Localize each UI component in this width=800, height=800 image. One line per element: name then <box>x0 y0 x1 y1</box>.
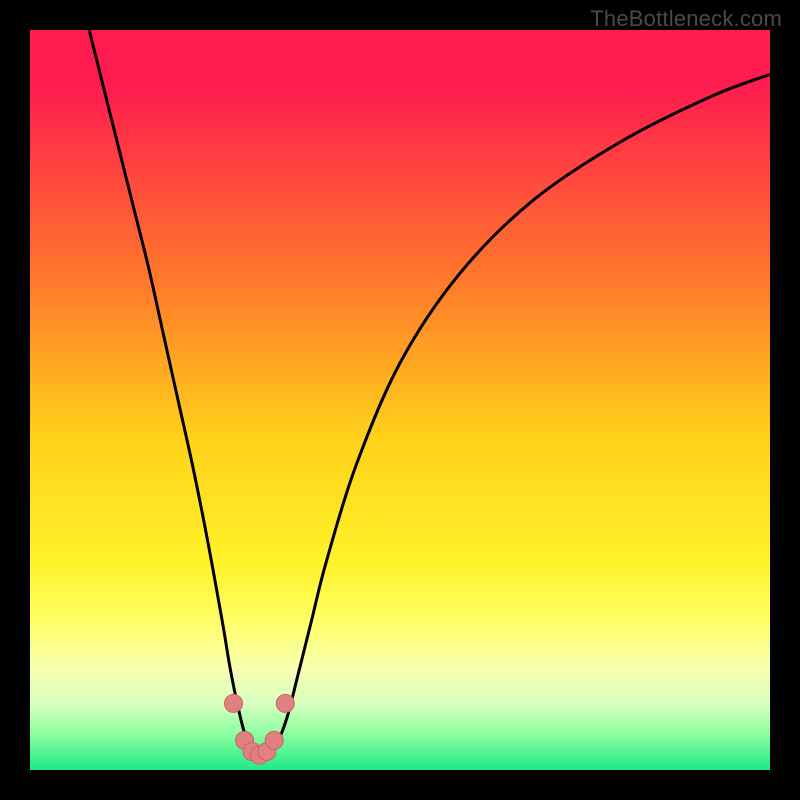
watermark-text: TheBottleneck.com <box>590 6 782 32</box>
curve-marker <box>276 694 294 712</box>
curve-marker <box>225 694 243 712</box>
chart-frame: TheBottleneck.com <box>0 0 800 800</box>
curve-marker <box>265 731 283 749</box>
plot-area <box>30 30 770 770</box>
curve-layer <box>30 30 770 770</box>
bottleneck-curve <box>89 30 770 756</box>
